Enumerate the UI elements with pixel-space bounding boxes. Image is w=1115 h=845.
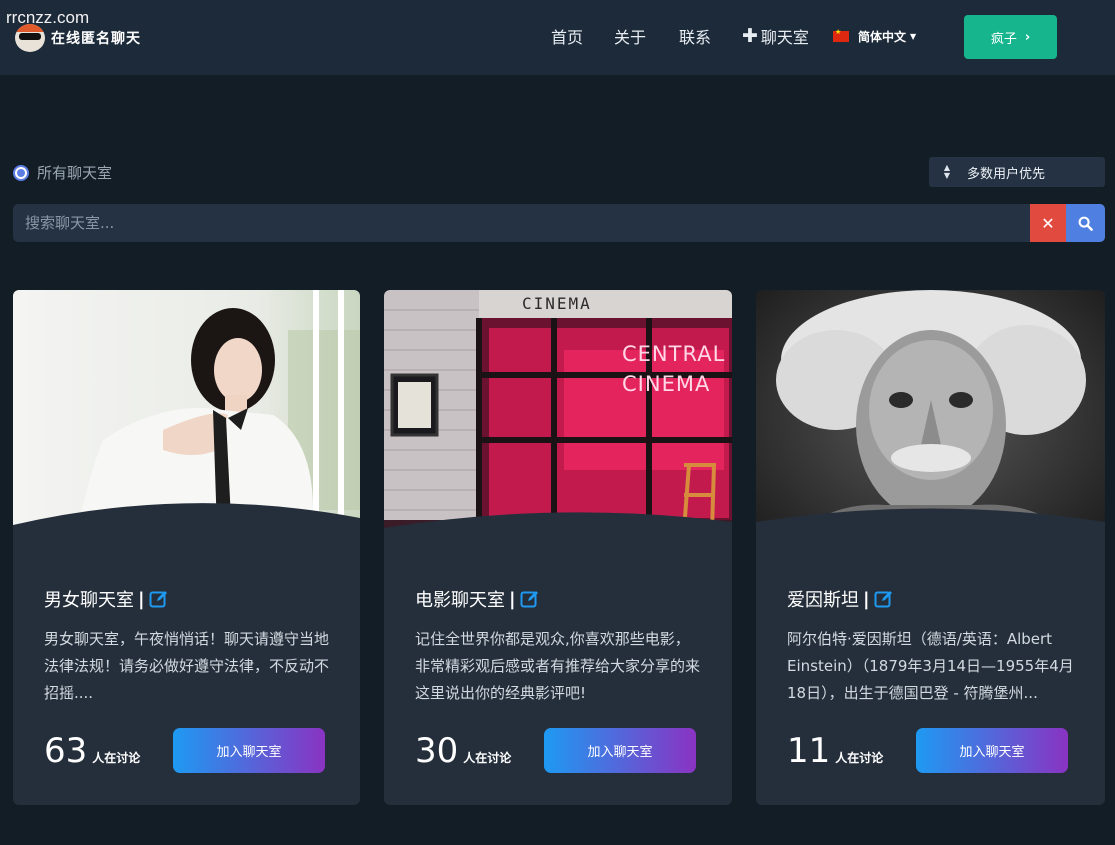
room-title[interactable]: 电影聊天室 | — [415, 586, 540, 612]
edit-icon[interactable] — [520, 589, 540, 609]
edit-icon[interactable] — [149, 589, 169, 609]
room-description: 记住全世界你都是观众,你喜欢那些电影， 非常精彩观后感或者有推荐给大家分享的来这… — [415, 630, 701, 702]
sort-selected-value: 多数用户优先 — [967, 166, 1046, 182]
einstein-portrait-image[interactable] — [756, 290, 1105, 560]
crazy-button[interactable]: 疯子 › — [964, 15, 1057, 59]
count-number: 11 — [787, 731, 831, 771]
clear-search-button[interactable]: ✕ — [1030, 204, 1066, 242]
nav-about-link[interactable]: 关于 — [614, 24, 646, 48]
title-separator: | — [138, 588, 145, 610]
room-title-text: 爱因斯坦 — [787, 590, 859, 611]
nav-chatrooms-label: 聊天室 — [760, 28, 809, 47]
count-label: 人在讨论 — [92, 751, 141, 765]
neon-sign-line-1: CENTRAL — [622, 342, 726, 366]
site-logo[interactable]: 在线匿名聊天 — [15, 24, 141, 52]
top-navbar: rrcnzz.com 在线匿名聊天 首页 关于 联系 ✚ 聊天室 简体中文 ▼ … — [0, 0, 1115, 75]
join-room-button[interactable]: 加入聊天室 — [173, 728, 325, 773]
language-dropdown[interactable]: 简体中文 ▼ — [833, 28, 916, 45]
join-room-button[interactable]: 加入聊天室 — [544, 728, 696, 773]
nav-contact-link[interactable]: 联系 — [679, 24, 711, 48]
sort-select[interactable]: ▲ ▼ 多数用户优先 — [929, 157, 1105, 187]
search-bar: ✕ — [13, 204, 1105, 242]
woman-portrait-image[interactable] — [13, 290, 360, 560]
edit-icon[interactable] — [874, 589, 894, 609]
room-description: 阿尔伯特·爱因斯坦（德语/英语：Albert Einstein）（1879年3月… — [787, 630, 1074, 702]
join-room-button[interactable]: 加入聊天室 — [916, 728, 1068, 773]
room-card: 爱因斯坦 | 阿尔伯特·爱因斯坦（德语/英语：Albert Einstein）（… — [756, 290, 1105, 805]
close-icon: ✕ — [1041, 213, 1055, 233]
room-title[interactable]: 男女聊天室 | — [44, 586, 169, 612]
neon-sign-line-2: CINEMA — [622, 372, 711, 396]
all-rooms-label: 所有聊天室 — [37, 164, 113, 182]
count-label: 人在讨论 — [835, 751, 884, 765]
room-card: 男女聊天室 | 男女聊天室，午夜悄悄话！聊天请遵守当地法律法规！请务必做好遵守法… — [13, 290, 360, 805]
penguin-sunglasses-icon — [15, 24, 45, 52]
search-button[interactable] — [1066, 204, 1105, 242]
room-user-count: 30 人在讨论 — [415, 731, 511, 771]
chevron-right-icon: › — [1024, 29, 1031, 45]
radio-selected-icon — [13, 164, 29, 181]
nav-chatrooms-link[interactable]: ✚ 聊天室 — [742, 24, 809, 48]
room-title-text: 男女聊天室 — [44, 590, 134, 611]
china-flag-icon — [833, 28, 849, 42]
room-title-text: 电影聊天室 — [415, 590, 505, 611]
room-title[interactable]: 爱因斯坦 | — [787, 586, 894, 612]
count-number: 63 — [44, 731, 88, 771]
cinema-sign-text: CINEMA — [522, 294, 592, 313]
logo-text: 在线匿名聊天 — [51, 31, 141, 47]
room-description: 男女聊天室，午夜悄悄话！聊天请遵守当地法律法规！请务必做好遵守法律，不反动不招摇… — [44, 630, 330, 702]
plus-icon: ✚ — [742, 25, 758, 47]
title-separator: | — [863, 588, 870, 610]
all-rooms-radio[interactable]: 所有聊天室 — [13, 162, 112, 183]
nav-home-link[interactable]: 首页 — [551, 24, 583, 48]
sort-arrows-icon: ▲ ▼ — [943, 163, 951, 180]
cinema-storefront-image[interactable]: CINEMA CENTRAL CINEMA — [384, 290, 732, 560]
crazy-button-label: 疯子 — [990, 31, 1017, 47]
language-label: 简体中文 — [858, 30, 907, 44]
room-card: CINEMA CENTRAL CINEMA 电影聊天室 | 记住全世界你都是观众… — [384, 290, 732, 805]
count-number: 30 — [415, 731, 459, 771]
count-label: 人在讨论 — [463, 751, 512, 765]
search-icon — [1078, 216, 1093, 231]
search-input[interactable] — [13, 204, 1030, 242]
room-user-count: 63 人在讨论 — [44, 731, 140, 771]
room-user-count: 11 人在讨论 — [787, 731, 883, 771]
caret-down-icon: ▼ — [910, 32, 917, 41]
title-separator: | — [509, 588, 516, 610]
